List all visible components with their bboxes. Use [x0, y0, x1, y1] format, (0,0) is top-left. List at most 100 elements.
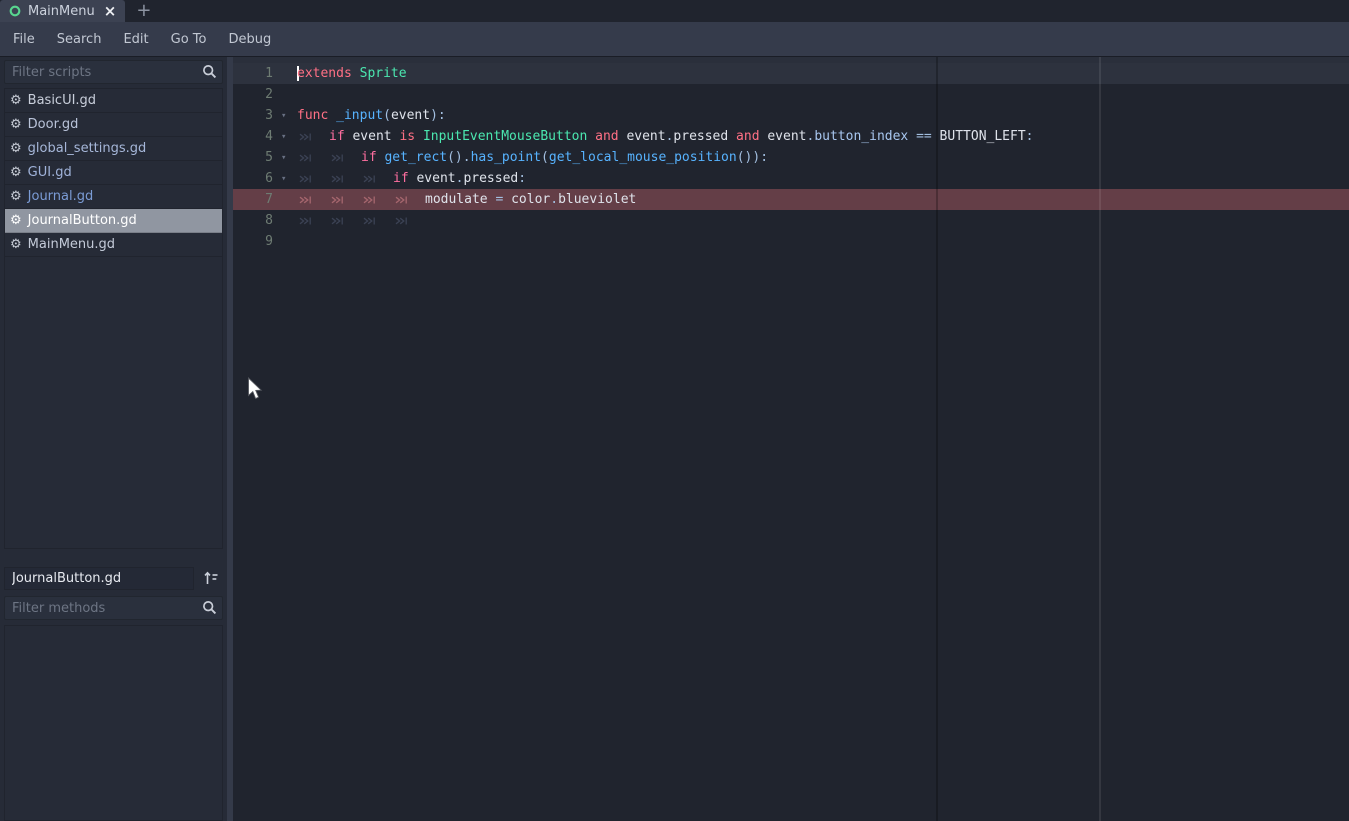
code-token: button_index: [814, 129, 908, 144]
code-token: ().: [447, 150, 470, 165]
code-token: [488, 192, 496, 207]
code-token: .: [807, 129, 815, 144]
fold-icon[interactable]: ▾: [280, 153, 297, 163]
code-token: event: [345, 129, 400, 144]
tab-indent-icon: [329, 174, 361, 184]
gear-icon: ⚙: [10, 166, 22, 179]
script-tab-bar: MainMenu × +: [0, 0, 1349, 22]
line-number: 2: [233, 87, 280, 102]
code-line-7[interactable]: 7modulate = color.blueviolet: [233, 189, 1349, 210]
code-token: InputEventMouseButton: [423, 129, 587, 144]
code-token: modulate: [425, 192, 488, 207]
line-number: 9: [233, 234, 280, 249]
line-number: 5: [233, 150, 280, 165]
script-item-label: Journal.gd: [28, 189, 94, 204]
code-token: event: [409, 171, 456, 186]
tab-indent-icon: [361, 195, 393, 205]
code-token: color: [503, 192, 550, 207]
tab-indent-icon: [329, 195, 361, 205]
new-tab-button[interactable]: +: [136, 0, 151, 22]
code-token: =: [495, 192, 503, 207]
code-token: :: [1026, 129, 1034, 144]
gear-icon: ⚙: [10, 118, 22, 131]
script-item-journal-gd[interactable]: ⚙ Journal.gd: [5, 185, 222, 209]
current-script-row: [4, 567, 223, 590]
script-item-label: JournalButton.gd: [28, 213, 137, 228]
code-lines: 1extends Sprite23▾func _input(event):4▾i…: [233, 63, 1349, 252]
gear-icon: ⚙: [10, 94, 22, 107]
code-token: if: [393, 171, 409, 186]
sort-icon: [203, 571, 219, 586]
filter-methods-input[interactable]: [4, 596, 223, 620]
code-line-8[interactable]: 8: [233, 210, 1349, 231]
code-token: ):: [430, 108, 446, 123]
menu-debug[interactable]: Debug: [217, 32, 282, 47]
code-token: extends: [297, 66, 352, 81]
fold-icon[interactable]: ▾: [280, 174, 297, 184]
script-item-mainmenu-gd[interactable]: ⚙MainMenu.gd: [5, 233, 222, 257]
code-token: has_point: [471, 150, 541, 165]
script-item-gui-gd[interactable]: ⚙ GUI.gd: [5, 161, 222, 185]
gear-icon: ⚙: [10, 190, 22, 203]
gear-icon: ⚙: [10, 214, 22, 227]
line-number: 4: [233, 129, 280, 144]
tab-indent-icon: [297, 174, 329, 184]
tab-close-icon[interactable]: ×: [104, 4, 117, 19]
code-token: pressed: [463, 171, 518, 186]
filter-methods-box: [4, 596, 223, 620]
code-token: event: [391, 108, 430, 123]
line-number: 8: [233, 213, 280, 228]
code-token: pressed: [673, 129, 728, 144]
code-line-4[interactable]: 4▾if event is InputEventMouseButton and …: [233, 126, 1349, 147]
script-item-door-gd[interactable]: ⚙ Door.gd: [5, 113, 222, 137]
fold-icon[interactable]: ▾: [280, 132, 297, 142]
filter-scripts-box: [4, 60, 223, 84]
menu-bar: FileSearchEditGo ToDebug: [0, 22, 1349, 57]
menu-edit[interactable]: Edit: [112, 32, 159, 47]
code-token: event: [619, 129, 666, 144]
code-token: BUTTON_LEFT: [932, 129, 1026, 144]
code-token: .: [550, 192, 558, 207]
code-line-5[interactable]: 5▾if get_rect().has_point(get_local_mous…: [233, 147, 1349, 168]
code-token: event: [760, 129, 807, 144]
script-item-basicui-gd[interactable]: ⚙BasicUI.gd: [5, 89, 222, 113]
code-token: and: [736, 129, 759, 144]
code-line-1[interactable]: 1extends Sprite: [233, 63, 1349, 84]
code-token: get_rect: [384, 150, 447, 165]
script-status-icon: [9, 5, 21, 17]
menu-search[interactable]: Search: [46, 32, 113, 47]
script-item-journalbutton-gd[interactable]: ⚙ JournalButton.gd: [5, 209, 222, 233]
code-token: is: [399, 129, 415, 144]
code-token: [415, 129, 423, 144]
code-editor[interactable]: 1extends Sprite23▾func _input(event):4▾i…: [233, 57, 1349, 821]
code-token: :: [518, 171, 526, 186]
code-token: and: [595, 129, 618, 144]
tab-label: MainMenu: [28, 4, 95, 19]
code-token: (: [383, 108, 391, 123]
sort-methods-button[interactable]: [198, 567, 223, 590]
code-line-9[interactable]: 9: [233, 231, 1349, 252]
script-name-field[interactable]: [4, 567, 194, 590]
code-token: _input: [336, 108, 383, 123]
method-list: [4, 625, 223, 821]
tab-mainmenu[interactable]: MainMenu ×: [0, 0, 125, 22]
filter-scripts-input[interactable]: [4, 60, 223, 84]
code-token: func: [297, 108, 328, 123]
menu-file[interactable]: File: [2, 32, 46, 47]
code-token: [908, 129, 916, 144]
tab-indent-icon: [297, 153, 329, 163]
script-item-global-settings-gd[interactable]: ⚙global_settings.gd: [5, 137, 222, 161]
script-item-label: Door.gd: [28, 117, 79, 132]
code-token: ()):: [737, 150, 768, 165]
scripts-panel: ⚙BasicUI.gd⚙Door.gd⚙global_settings.gd⚙G…: [0, 57, 227, 821]
tab-indent-icon: [329, 216, 361, 226]
tab-indent-icon: [329, 153, 361, 163]
line-number: 7: [233, 192, 280, 207]
code-line-6[interactable]: 6▾if event.pressed:: [233, 168, 1349, 189]
code-line-3[interactable]: 3▾func _input(event):: [233, 105, 1349, 126]
search-icon: [202, 64, 217, 79]
fold-icon[interactable]: ▾: [280, 111, 297, 121]
code-line-2[interactable]: 2: [233, 84, 1349, 105]
menu-go-to[interactable]: Go To: [160, 32, 218, 47]
script-item-label: GUI.gd: [28, 165, 72, 180]
